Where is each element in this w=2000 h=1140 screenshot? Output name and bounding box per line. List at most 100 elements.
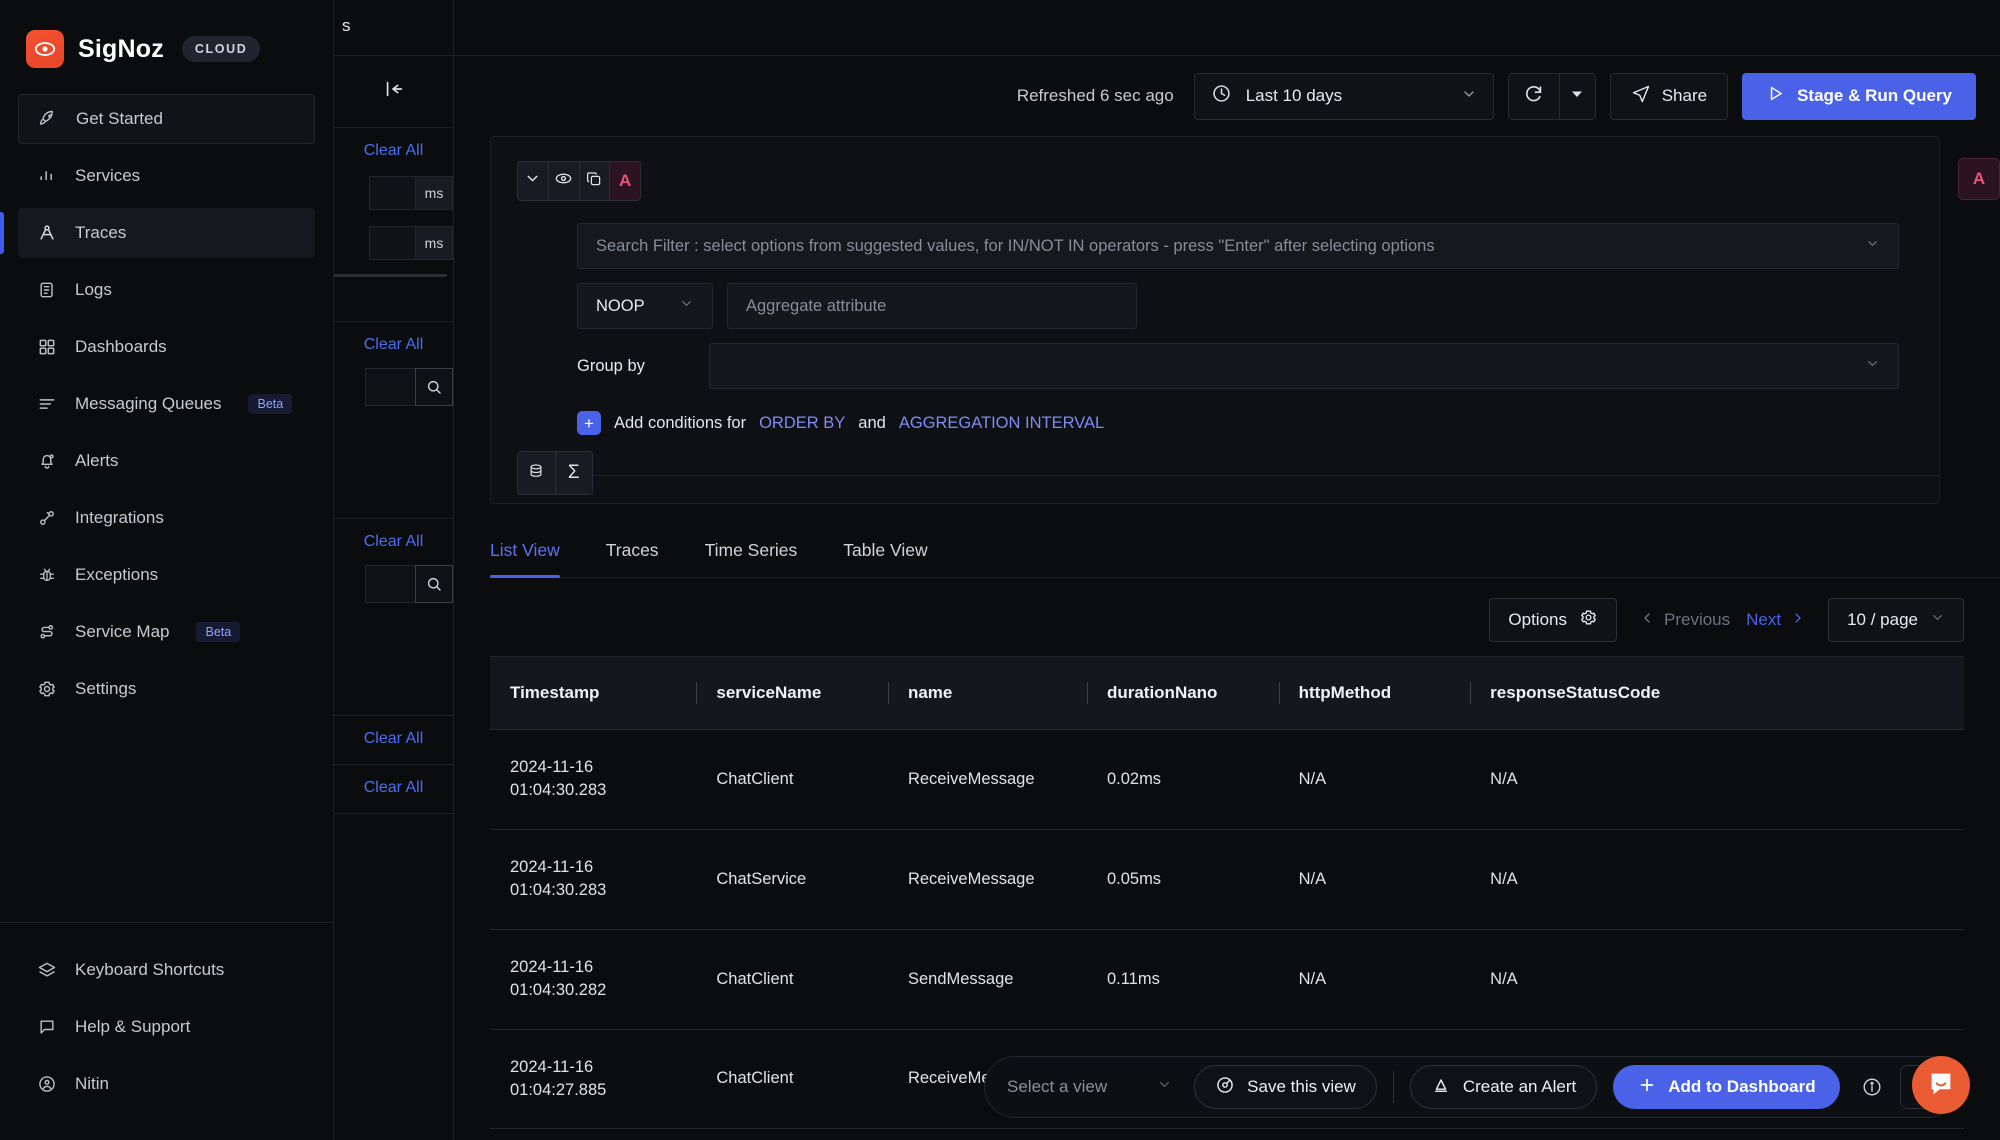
aggregation-interval-link[interactable]: AGGREGATION INTERVAL — [899, 414, 1104, 433]
clear-all-button[interactable]: Clear All — [334, 730, 453, 748]
column-header-timestamp[interactable]: Timestamp — [490, 657, 697, 730]
column-header-responsestatuscode[interactable]: responseStatusCode — [1470, 657, 1964, 730]
clear-all-button[interactable]: Clear All — [334, 779, 453, 797]
query-duplicate-button[interactable] — [579, 162, 611, 200]
previous-page-button[interactable]: Previous — [1639, 610, 1730, 631]
sidebar-item-label: Services — [75, 166, 141, 185]
filter-section-3: Clear All — [334, 519, 453, 716]
sidebar-item-integrations[interactable]: Integrations — [18, 493, 315, 543]
refresh-button[interactable] — [1508, 73, 1559, 119]
column-header-name[interactable]: name — [887, 657, 1087, 730]
filter-search-row — [334, 368, 453, 406]
clear-all-button[interactable]: Clear All — [334, 533, 453, 551]
add-conditions-row: + Add conditions for ORDER BY and AGGREG… — [577, 411, 1899, 435]
column-header-durationnano[interactable]: durationNano — [1086, 657, 1279, 730]
intercom-launcher[interactable] — [1912, 1056, 1970, 1114]
sidebar-item-label: Traces — [75, 223, 127, 242]
tab-table-view[interactable]: Table View — [843, 540, 927, 577]
sidebar-item-keyboard-shortcuts[interactable]: Keyboard Shortcuts — [18, 945, 315, 995]
sidebar-item-logs[interactable]: Logs — [18, 265, 315, 315]
sidebar-item-settings[interactable]: Settings — [18, 664, 315, 714]
sidebar-item-user[interactable]: Nitin — [18, 1059, 315, 1109]
clear-all-button[interactable]: Clear All — [334, 336, 453, 354]
filter-rail-title: s — [342, 16, 351, 35]
add-conditions-button[interactable]: + — [577, 411, 601, 435]
aggregate-attribute-input[interactable]: Aggregate attribute — [727, 283, 1137, 329]
cell-name: ReceiveMessage — [887, 829, 1087, 930]
save-this-view-button[interactable]: Save this view — [1194, 1065, 1377, 1109]
stage-and-run-query-button[interactable]: Stage & Run Query — [1742, 72, 1976, 120]
duration-unit-max: ms — [415, 226, 453, 260]
alert-icon — [1431, 1075, 1451, 1100]
aggregate-row: NOOP Aggregate attribute — [577, 283, 1899, 329]
table-row[interactable]: 2024-11-16 01:04:30.283 ChatClient Recei… — [490, 729, 1964, 830]
next-page-button[interactable]: Next — [1746, 610, 1806, 631]
chevron-down-icon — [1865, 236, 1880, 256]
tab-time-series[interactable]: Time Series — [705, 540, 798, 577]
add-to-dashboard-button[interactable]: Add to Dashboard — [1613, 1065, 1840, 1109]
time-range-picker[interactable]: Last 10 days — [1193, 72, 1494, 120]
search-filter-input[interactable]: Search Filter : select options from sugg… — [577, 223, 1899, 269]
add-formula-button[interactable]: Σ — [555, 452, 592, 494]
create-an-alert-button[interactable]: Create an Alert — [1409, 1065, 1598, 1109]
trace-filter-rail: s Clear All ms ms Clear All Clear All Cl… — [334, 0, 454, 1140]
info-icon[interactable] — [1854, 1069, 1890, 1105]
gear-icon — [1579, 608, 1598, 632]
select-view-dropdown[interactable]: Select a view — [1007, 1077, 1178, 1097]
filter-section-duration: Clear All ms ms — [334, 128, 453, 322]
tab-traces[interactable]: Traces — [606, 540, 659, 577]
filter-search-input[interactable] — [365, 368, 415, 406]
sidebar-item-label: Service Map — [75, 622, 170, 641]
sidebar-item-label: Nitin — [75, 1074, 110, 1093]
sidebar-item-services[interactable]: Services — [18, 151, 315, 201]
filter-search-input[interactable] — [365, 565, 415, 603]
table-row[interactable]: 2024-11-16 01:04:30.282 ChatClient SendM… — [490, 929, 1964, 1030]
order-by-link[interactable]: ORDER BY — [759, 414, 845, 433]
share-label: Share — [1661, 86, 1708, 105]
refresh-icon — [1523, 83, 1545, 110]
sidebar-item-help-support[interactable]: Help & Support — [18, 1002, 315, 1052]
duration-max-input[interactable] — [369, 226, 415, 260]
query-side-label[interactable]: A — [1958, 158, 2000, 200]
table-row[interactable]: 2024-11-16 01:04:30.283 ChatService Rece… — [490, 829, 1964, 930]
query-collapse-button[interactable] — [518, 162, 549, 200]
save-this-view-label: Save this view — [1247, 1077, 1356, 1096]
timestamp-time: 01:04:30.282 — [510, 981, 607, 1000]
timestamp-date: 2024-11-16 — [510, 857, 594, 876]
brand-badge: CLOUD — [181, 36, 261, 62]
cell-timestamp: 2024-11-16 01:04:30.283 — [490, 829, 697, 930]
sidebar-item-messaging-queues[interactable]: Messaging Queues Beta — [18, 379, 315, 429]
brand[interactable]: SigNoz CLOUD — [0, 0, 333, 94]
sidebar-item-service-map[interactable]: Service Map Beta — [18, 607, 315, 657]
per-page-select[interactable]: 10 / page — [1828, 598, 1964, 642]
query-visibility-button[interactable] — [548, 162, 580, 200]
clear-all-button[interactable]: Clear All — [334, 142, 453, 160]
duration-min-input[interactable] — [369, 176, 415, 210]
sidebar-item-traces[interactable]: Traces — [0, 208, 315, 258]
column-header-servicename[interactable]: serviceName — [696, 657, 888, 730]
search-icon[interactable] — [415, 368, 453, 406]
sidebar-item-alerts[interactable]: Alerts — [18, 436, 315, 486]
group-by-input[interactable] — [709, 343, 1899, 389]
query-label-icon[interactable]: A — [610, 162, 640, 200]
refresh-interval-dropdown[interactable] — [1558, 73, 1595, 119]
sidebar-item-label: Settings — [75, 679, 137, 698]
app-root: SigNoz CLOUD Get Started Services Traces… — [0, 0, 2000, 1140]
and-text: and — [858, 413, 886, 432]
add-query-button[interactable] — [518, 452, 556, 494]
options-button[interactable]: Options — [1489, 598, 1617, 642]
chevron-down-icon — [1157, 1077, 1172, 1097]
tab-list-view[interactable]: List View — [490, 540, 560, 578]
sidebar-item-exceptions[interactable]: Exceptions — [18, 550, 315, 600]
sidebar-item-get-started[interactable]: Get Started — [18, 94, 315, 144]
sidebar-item-label: Integrations — [75, 508, 164, 527]
column-header-httpmethod[interactable]: httpMethod — [1278, 657, 1471, 730]
share-button[interactable]: Share — [1609, 72, 1729, 120]
aggregate-operator-select[interactable]: NOOP — [577, 283, 713, 329]
sidebar-item-dashboards[interactable]: Dashboards — [18, 322, 315, 372]
search-icon[interactable] — [415, 565, 453, 603]
options-label: Options — [1508, 610, 1567, 629]
collapse-panel-button[interactable] — [334, 56, 453, 128]
table-header-row: Timestamp serviceName name durationNano … — [490, 657, 1964, 730]
chevron-down-icon — [679, 296, 694, 316]
